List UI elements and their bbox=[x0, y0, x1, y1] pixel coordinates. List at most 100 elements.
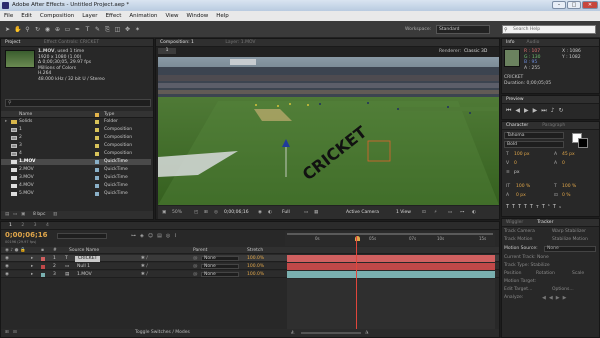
leading-value[interactable]: 45 px bbox=[562, 152, 575, 157]
label-color[interactable] bbox=[95, 128, 99, 132]
column-stretch[interactable]: Stretch bbox=[247, 247, 263, 254]
layer-name[interactable]: CRICKET bbox=[75, 255, 101, 262]
track-camera-button[interactable]: Track Camera bbox=[504, 229, 535, 235]
next-frame-icon[interactable]: ▶ bbox=[533, 107, 542, 114]
stroke-width-value[interactable]: px bbox=[514, 170, 520, 175]
pen-tool-icon[interactable]: ✒ bbox=[74, 26, 81, 33]
timeline-search-input[interactable] bbox=[57, 233, 107, 239]
tab-info[interactable]: Info bbox=[506, 40, 515, 45]
font-family-select[interactable]: Tahoma bbox=[504, 132, 564, 139]
resolution-dropdown[interactable]: Full bbox=[282, 206, 290, 219]
last-frame-icon[interactable]: ⏭ bbox=[541, 107, 550, 114]
menu-layer[interactable]: Layer bbox=[78, 11, 101, 21]
views-dropdown[interactable]: 1 View bbox=[396, 206, 411, 219]
always-preview-icon[interactable]: ▣ bbox=[162, 206, 166, 219]
tab-paragraph[interactable]: Paragraph bbox=[542, 123, 565, 128]
transfer-controls-icon[interactable]: ⊟ bbox=[13, 329, 17, 337]
list-item[interactable]: ▸ Solids Folder bbox=[1, 119, 151, 125]
comp-tab-label[interactable]: 1 bbox=[158, 48, 176, 54]
list-item[interactable]: 3.MOV QuickTime bbox=[1, 175, 151, 181]
font-size-value[interactable]: 100 px bbox=[514, 152, 530, 157]
comp-mini-flowchart-icon[interactable]: ⊶ bbox=[131, 233, 140, 239]
shy-icon[interactable]: ☺ bbox=[148, 233, 157, 239]
tab-preview[interactable]: Preview bbox=[506, 97, 524, 102]
layer-duration-bar[interactable] bbox=[287, 271, 495, 278]
list-item[interactable]: 2 Composition bbox=[1, 135, 151, 141]
zoom-tool-icon[interactable]: ⚲ bbox=[24, 26, 31, 33]
interpret-footage-icon[interactable]: ▤ bbox=[5, 211, 9, 219]
label-color[interactable] bbox=[95, 176, 99, 180]
shape-tool-icon[interactable]: ▭ bbox=[64, 26, 71, 33]
label-color[interactable] bbox=[95, 160, 99, 164]
kerning-value[interactable]: 0 bbox=[514, 161, 517, 166]
layer-duration-bar[interactable] bbox=[287, 263, 495, 270]
eraser-tool-icon[interactable]: ◫ bbox=[114, 26, 121, 33]
tab-project[interactable]: Project bbox=[5, 40, 20, 45]
switches-icon[interactable]: ✱ / bbox=[141, 263, 148, 270]
clone-tool-icon[interactable]: ⎘ bbox=[104, 26, 111, 33]
loop-icon[interactable]: ↻ bbox=[559, 107, 568, 114]
pan-behind-tool-icon[interactable]: ⊕ bbox=[54, 26, 61, 33]
selection-tool-icon[interactable]: ➤ bbox=[4, 26, 11, 33]
graph-editor-icon[interactable]: ⌇ bbox=[174, 233, 180, 239]
menu-view[interactable]: View bbox=[161, 11, 182, 21]
visibility-eye-icon[interactable]: ◉ bbox=[5, 263, 9, 270]
tab-timeline-1[interactable]: 1 bbox=[5, 223, 16, 228]
rotation-checkbox[interactable]: Rotation bbox=[536, 271, 555, 277]
layer-name[interactable]: Null 1 bbox=[77, 263, 90, 270]
superscript-icon[interactable]: T¹ bbox=[542, 204, 553, 210]
list-item[interactable]: 3 Composition bbox=[1, 143, 151, 149]
disclosure-icon[interactable]: ▸ bbox=[5, 119, 7, 125]
work-area-bar[interactable] bbox=[287, 233, 493, 235]
position-checkbox[interactable]: Position bbox=[504, 271, 522, 277]
zoom-out-icon[interactable]: ◭ bbox=[291, 329, 294, 337]
analyze-backward-icon[interactable]: ◀ bbox=[549, 295, 556, 301]
search-help-input[interactable]: Search Help bbox=[502, 25, 596, 34]
tracking-value[interactable]: 0 bbox=[562, 161, 565, 166]
roto-tool-icon[interactable]: ✥ bbox=[124, 26, 131, 33]
stretch-value[interactable]: 100.0% bbox=[247, 271, 264, 278]
label-color[interactable] bbox=[95, 120, 99, 124]
vertical-scale-value[interactable]: 100 % bbox=[516, 184, 530, 189]
viewer-timecode[interactable]: 0;00;06;16 bbox=[224, 206, 249, 219]
timeline-timecode[interactable]: 0;00;06;16 bbox=[5, 231, 48, 239]
motion-blur-icon[interactable]: ◎ bbox=[166, 233, 174, 239]
font-style-select[interactable]: Bold bbox=[504, 141, 564, 148]
brush-tool-icon[interactable]: ✎ bbox=[94, 26, 101, 33]
timeline-layer-row[interactable]: ◉ ▸ 2 ▭ Null 1 ✱ / @ None 100.0% bbox=[1, 263, 499, 270]
renderer-value[interactable]: Classic 3D bbox=[464, 49, 487, 54]
list-item[interactable]: 5.MOV QuickTime bbox=[1, 191, 151, 197]
parent-pickwhip-icon[interactable]: @ bbox=[193, 263, 198, 270]
minimize-button[interactable]: – bbox=[552, 1, 566, 9]
timeline-icon[interactable]: ▭ bbox=[448, 206, 452, 219]
label-color[interactable] bbox=[95, 192, 99, 196]
snapshot-icon[interactable]: ◎ bbox=[214, 206, 218, 219]
parent-select[interactable]: None bbox=[201, 256, 239, 261]
time-ruler[interactable]: 0s 05s 07s 10s 15s bbox=[285, 231, 495, 246]
layer-switches-icon[interactable]: ⊞ bbox=[5, 329, 9, 337]
zoom-dropdown[interactable]: 50% bbox=[172, 206, 182, 219]
tab-tracker[interactable]: Tracker bbox=[537, 220, 553, 225]
column-parent[interactable]: Parent bbox=[193, 247, 207, 254]
tsume-value[interactable]: 0 % bbox=[562, 193, 571, 198]
options-button[interactable]: Options... bbox=[552, 287, 574, 293]
maximize-button[interactable]: □ bbox=[567, 1, 581, 9]
layer-label-color[interactable] bbox=[41, 272, 45, 277]
rotate-tool-icon[interactable]: ↻ bbox=[34, 26, 41, 33]
zoom-in-icon[interactable]: ◮ bbox=[365, 329, 368, 337]
project-search-input[interactable]: ⚲ bbox=[5, 99, 151, 107]
camera-tool-icon[interactable]: ◉ bbox=[44, 26, 51, 33]
exposure-icon[interactable]: ◐ bbox=[472, 206, 476, 219]
workspace-select[interactable]: Standard bbox=[436, 25, 490, 34]
menu-file[interactable]: File bbox=[0, 11, 17, 21]
region-of-interest-icon[interactable]: ▭ bbox=[304, 206, 308, 219]
analyze-back-frame-icon[interactable]: ◀ bbox=[542, 295, 549, 301]
list-item[interactable]: 2.MOV QuickTime bbox=[1, 167, 151, 173]
edit-target-button[interactable]: Edit Target... bbox=[504, 287, 532, 293]
channel-icon[interactable]: ◐ bbox=[268, 206, 272, 219]
tab-timeline-3[interactable]: 3 bbox=[30, 223, 41, 228]
tab-timeline-4[interactable]: 4 bbox=[42, 223, 53, 228]
all-caps-icon[interactable]: TT bbox=[518, 204, 530, 210]
menu-window[interactable]: Window bbox=[183, 11, 213, 21]
menu-animation[interactable]: Animation bbox=[125, 11, 161, 21]
